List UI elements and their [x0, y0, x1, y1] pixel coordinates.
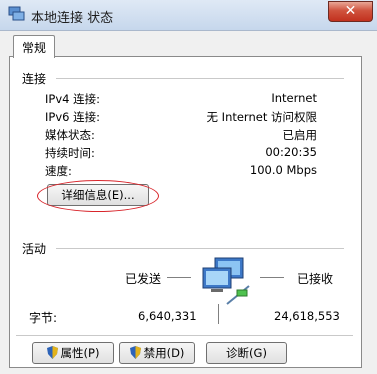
- disable-button[interactable]: 禁用(D): [119, 342, 195, 364]
- diagnose-button[interactable]: 诊断(G): [206, 342, 287, 364]
- duration-label: 持续时间:: [45, 146, 95, 160]
- connection-separator: [56, 78, 344, 79]
- media-state-label: 媒体状态:: [45, 128, 95, 142]
- received-dash: [260, 277, 284, 278]
- disable-label: 禁用(D): [143, 346, 185, 360]
- connection-section-label: 连接: [22, 72, 47, 86]
- network-activity-icon: [202, 257, 250, 305]
- activity-separator: [56, 248, 344, 249]
- ipv4-label: IPv4 连接:: [45, 92, 100, 106]
- media-state-value: 已启用: [282, 128, 318, 142]
- properties-button[interactable]: 属性(P): [32, 342, 114, 364]
- speed-label: 速度:: [45, 164, 72, 178]
- sent-label: 已发送: [125, 272, 162, 286]
- duration-value: 00:20:35: [265, 145, 317, 159]
- bytes-sent-value: 6,640,331: [138, 309, 197, 323]
- bytes-received-value: 24,618,553: [274, 309, 340, 323]
- uac-shield-icon: [129, 346, 141, 359]
- properties-label: 属性(P): [60, 346, 100, 360]
- speed-value: 100.0 Mbps: [249, 163, 317, 177]
- received-label: 已接收: [297, 272, 334, 286]
- bytes-divider: [218, 304, 219, 324]
- ipv4-value: Internet: [271, 91, 317, 105]
- uac-shield-icon: [46, 346, 58, 359]
- ipv6-value: 无 Internet 访问权限: [206, 110, 317, 124]
- tab-general[interactable]: 常规: [13, 35, 55, 58]
- activity-section-label: 活动: [22, 242, 47, 256]
- close-button[interactable]: ✕: [328, 1, 373, 22]
- window-title: 本地连接 状态: [31, 11, 114, 26]
- network-connection-icon: [8, 6, 25, 21]
- tab-general-label: 常规: [22, 41, 47, 55]
- close-icon: ✕: [344, 3, 357, 19]
- tab-panel-general: 连接 IPv4 连接: Internet IPv6 连接: 无 Internet…: [9, 56, 362, 368]
- bytes-label: 字节:: [29, 311, 58, 325]
- sent-dash: [167, 277, 191, 278]
- highlight-oval: [37, 180, 159, 212]
- bottom-separator: [16, 335, 353, 336]
- ipv6-label: IPv6 连接:: [45, 110, 100, 124]
- title-bar[interactable]: 本地连接 状态 ✕: [0, 0, 377, 31]
